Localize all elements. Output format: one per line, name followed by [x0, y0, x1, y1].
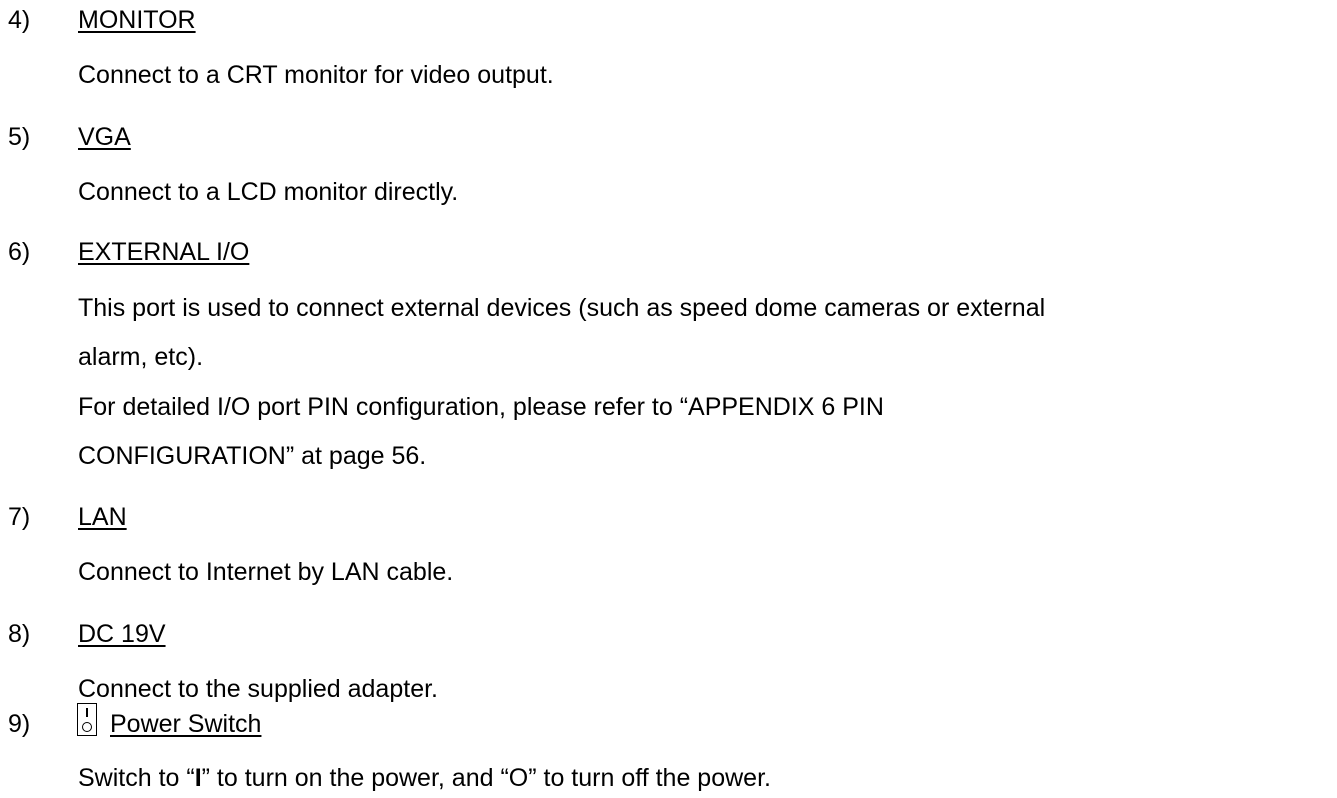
item-number: 4)	[8, 6, 31, 34]
item-heading-vga: VGA	[78, 123, 131, 151]
item-description: Connect to the supplied adapter.	[78, 675, 438, 703]
item-heading-dc-19v: DC 19V	[78, 620, 166, 648]
item-description: Connect to a LCD monitor directly.	[78, 178, 459, 206]
item-heading-power-switch: Power Switch	[110, 710, 262, 738]
item-description: Switch to “I” to turn on the power, and …	[78, 766, 771, 791]
switch-off-mark	[82, 722, 92, 732]
item-number: 5)	[8, 123, 31, 151]
item-description-line: For detailed I/O port PIN configuration,…	[78, 393, 884, 421]
switch-on-mark	[86, 708, 88, 717]
item-number: 6)	[8, 238, 31, 266]
item-number: 9)	[8, 710, 31, 738]
item-heading-external-io: EXTERNAL I/O	[78, 238, 250, 266]
on-symbol: I	[194, 764, 202, 792]
item-number: 8)	[8, 620, 31, 648]
item-description: Connect to Internet by LAN cable.	[78, 558, 454, 586]
text-part: Switch to “	[78, 764, 195, 792]
item-description: Connect to a CRT monitor for video outpu…	[78, 61, 554, 89]
item-description-line: alarm, etc).	[78, 343, 204, 371]
item-number: 7)	[8, 503, 31, 531]
item-description-line: CONFIGURATION” at page 56.	[78, 442, 427, 470]
item-heading-monitor: MONITOR	[78, 6, 196, 34]
text-part: ” to turn on the power, and “O” to turn …	[201, 764, 771, 792]
item-description-line: This port is used to connect external de…	[78, 294, 1046, 322]
item-heading-lan: LAN	[78, 503, 127, 531]
power-switch-icon	[77, 703, 97, 736]
